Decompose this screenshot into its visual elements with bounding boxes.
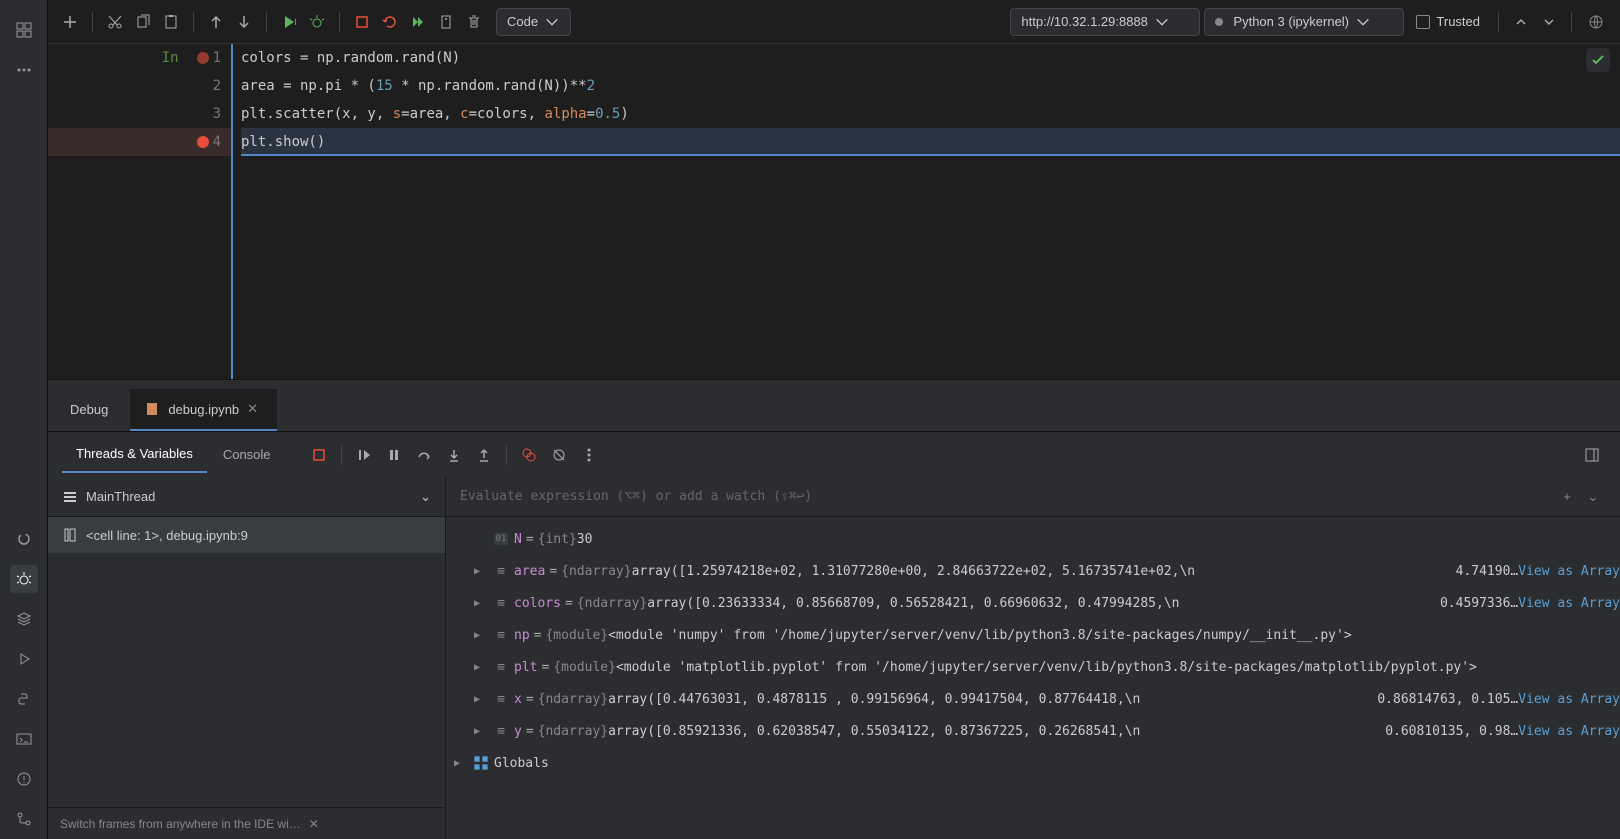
notebook-icon (144, 401, 160, 417)
debug-cell-icon[interactable] (305, 10, 329, 34)
copy-icon[interactable] (131, 10, 155, 34)
variables-panel: Evaluate expression (⌥⌘) or add a watch … (446, 477, 1620, 839)
breakpoints-icon[interactable] (515, 441, 543, 469)
project-icon[interactable] (10, 16, 38, 44)
restart-icon[interactable] (378, 10, 402, 34)
close-icon[interactable]: ✕ (309, 817, 319, 831)
array-icon: ≡ (492, 596, 510, 611)
paste-icon[interactable] (159, 10, 183, 34)
thread-name: MainThread (86, 489, 155, 504)
vcs-icon[interactable] (10, 805, 38, 833)
step-over-icon[interactable] (410, 441, 438, 469)
add-watch-icon[interactable]: + (1554, 489, 1580, 504)
delete-icon[interactable] (462, 10, 486, 34)
threads-panel: MainThread ⌄ <cell line: 1>, debug.ipynb… (48, 477, 446, 839)
left-rail (0, 0, 48, 839)
var-row[interactable]: ▶≡y={ndarray} array([0.85921336, 0.62038… (446, 715, 1620, 747)
view-as-array-link[interactable]: View as Array (1518, 596, 1620, 611)
globe-icon[interactable] (1582, 8, 1610, 36)
module-icon: ≡ (492, 628, 510, 643)
array-icon: ≡ (492, 692, 510, 707)
run-icon[interactable] (10, 645, 38, 673)
subtab-threads[interactable]: Threads & Variables (62, 436, 207, 473)
frame-label: <cell line: 1>, debug.ipynb:9 (86, 528, 248, 543)
tool-window-tabs: Debug debug.ipynb ✕ (48, 379, 1620, 431)
collapse-down-icon[interactable] (1537, 10, 1561, 34)
thread-selector[interactable]: MainThread ⌄ (48, 477, 445, 517)
array-icon: ≡ (492, 564, 510, 579)
var-row[interactable]: ▶≡np={module} <module 'numpy' from '/hom… (446, 619, 1620, 651)
cell-in-label: In (162, 50, 179, 66)
variables-list: 01N={int} 30 ▶≡area={ndarray} array([1.2… (446, 517, 1620, 839)
breakpoint-icon[interactable] (197, 52, 209, 64)
var-row[interactable]: 01N={int} 30 (446, 523, 1620, 555)
array-icon: ≡ (492, 724, 510, 739)
stack-frame[interactable]: <cell line: 1>, debug.ipynb:9 (48, 517, 445, 553)
view-as-array-link[interactable]: View as Array (1518, 724, 1620, 739)
more-icon[interactable] (10, 56, 38, 84)
int-icon: 01 (494, 533, 509, 545)
code-editor[interactable]: colors = np.random.rand(N) area = np.pi … (233, 44, 1620, 379)
move-up-icon[interactable] (204, 10, 228, 34)
debug-icon[interactable] (10, 565, 38, 593)
gutter: In1 2 3 4 (48, 44, 233, 379)
layers-icon[interactable] (10, 605, 38, 633)
cut-icon[interactable] (103, 10, 127, 34)
subtab-console[interactable]: Console (209, 437, 285, 472)
run-cell-icon[interactable]: I (277, 10, 301, 34)
debug-toolbar: Threads & Variables Console (48, 431, 1620, 477)
server-url-select[interactable]: http://10.32.1.29:8888 (1010, 8, 1200, 36)
cell-type-select[interactable]: Code (496, 8, 571, 36)
var-row[interactable]: ▶≡area={ndarray} array([1.25974218e+02, … (446, 555, 1620, 587)
notebook-toolbar: I Code http://10.32.1.29:8888 Python 3 (… (48, 0, 1620, 44)
main-area: I Code http://10.32.1.29:8888 Python 3 (… (48, 0, 1620, 839)
variables-icon[interactable] (434, 10, 458, 34)
debug-body: MainThread ⌄ <cell line: 1>, debug.ipynb… (48, 477, 1620, 839)
python-icon[interactable] (10, 685, 38, 713)
terminal-icon[interactable] (10, 725, 38, 753)
var-row[interactable]: ▶≡plt={module} <module 'matplotlib.pyplo… (446, 651, 1620, 683)
kernel-select[interactable]: Python 3 (ipykernel) (1204, 8, 1404, 36)
stop-icon[interactable] (350, 10, 374, 34)
module-icon: ≡ (492, 660, 510, 675)
code-cell[interactable]: In1 2 3 4 colors = np.random.rand(N) are… (48, 44, 1620, 379)
mute-breakpoints-icon[interactable] (545, 441, 573, 469)
hint-bar: Switch frames from anywhere in the IDE w… (48, 807, 445, 839)
more-actions-icon[interactable] (575, 441, 603, 469)
chevron-down-icon[interactable]: ⌄ (1580, 489, 1606, 505)
frame-icon (62, 527, 78, 543)
evaluate-input[interactable]: Evaluate expression (⌥⌘) or add a watch … (460, 489, 1554, 504)
problems-icon[interactable] (10, 765, 38, 793)
tab-file[interactable]: debug.ipynb ✕ (130, 389, 277, 432)
var-row[interactable]: ▶≡x={ndarray} array([0.44763031, 0.48781… (446, 683, 1620, 715)
step-out-icon[interactable] (470, 441, 498, 469)
tab-debug[interactable]: Debug (48, 388, 130, 431)
step-into-icon[interactable] (440, 441, 468, 469)
status-ok-icon (1586, 48, 1610, 72)
breakpoint-icon[interactable] (197, 136, 209, 148)
evaluate-row: Evaluate expression (⌥⌘) or add a watch … (446, 477, 1620, 517)
checkbox-icon (1416, 15, 1430, 29)
move-down-icon[interactable] (232, 10, 256, 34)
run-all-icon[interactable] (406, 10, 430, 34)
globals-icon (472, 755, 490, 771)
refresh-icon[interactable] (10, 525, 38, 553)
add-cell-icon[interactable] (58, 10, 82, 34)
layout-icon[interactable] (1578, 441, 1606, 469)
debug-stop-icon[interactable] (305, 441, 333, 469)
view-as-array-link[interactable]: View as Array (1518, 564, 1620, 579)
tab-file-label: debug.ipynb (168, 402, 239, 417)
view-as-array-link[interactable]: View as Array (1518, 692, 1620, 707)
chevron-down-icon: ⌄ (420, 489, 431, 505)
collapse-up-icon[interactable] (1509, 10, 1533, 34)
var-row[interactable]: ▶≡colors={ndarray} array([0.23633334, 0.… (446, 587, 1620, 619)
pause-icon[interactable] (380, 441, 408, 469)
resume-icon[interactable] (350, 441, 378, 469)
trusted-toggle[interactable]: Trusted (1408, 14, 1488, 29)
stack-icon (62, 489, 78, 505)
var-row-globals[interactable]: ▶Globals (446, 747, 1620, 779)
close-icon[interactable]: ✕ (247, 401, 263, 417)
